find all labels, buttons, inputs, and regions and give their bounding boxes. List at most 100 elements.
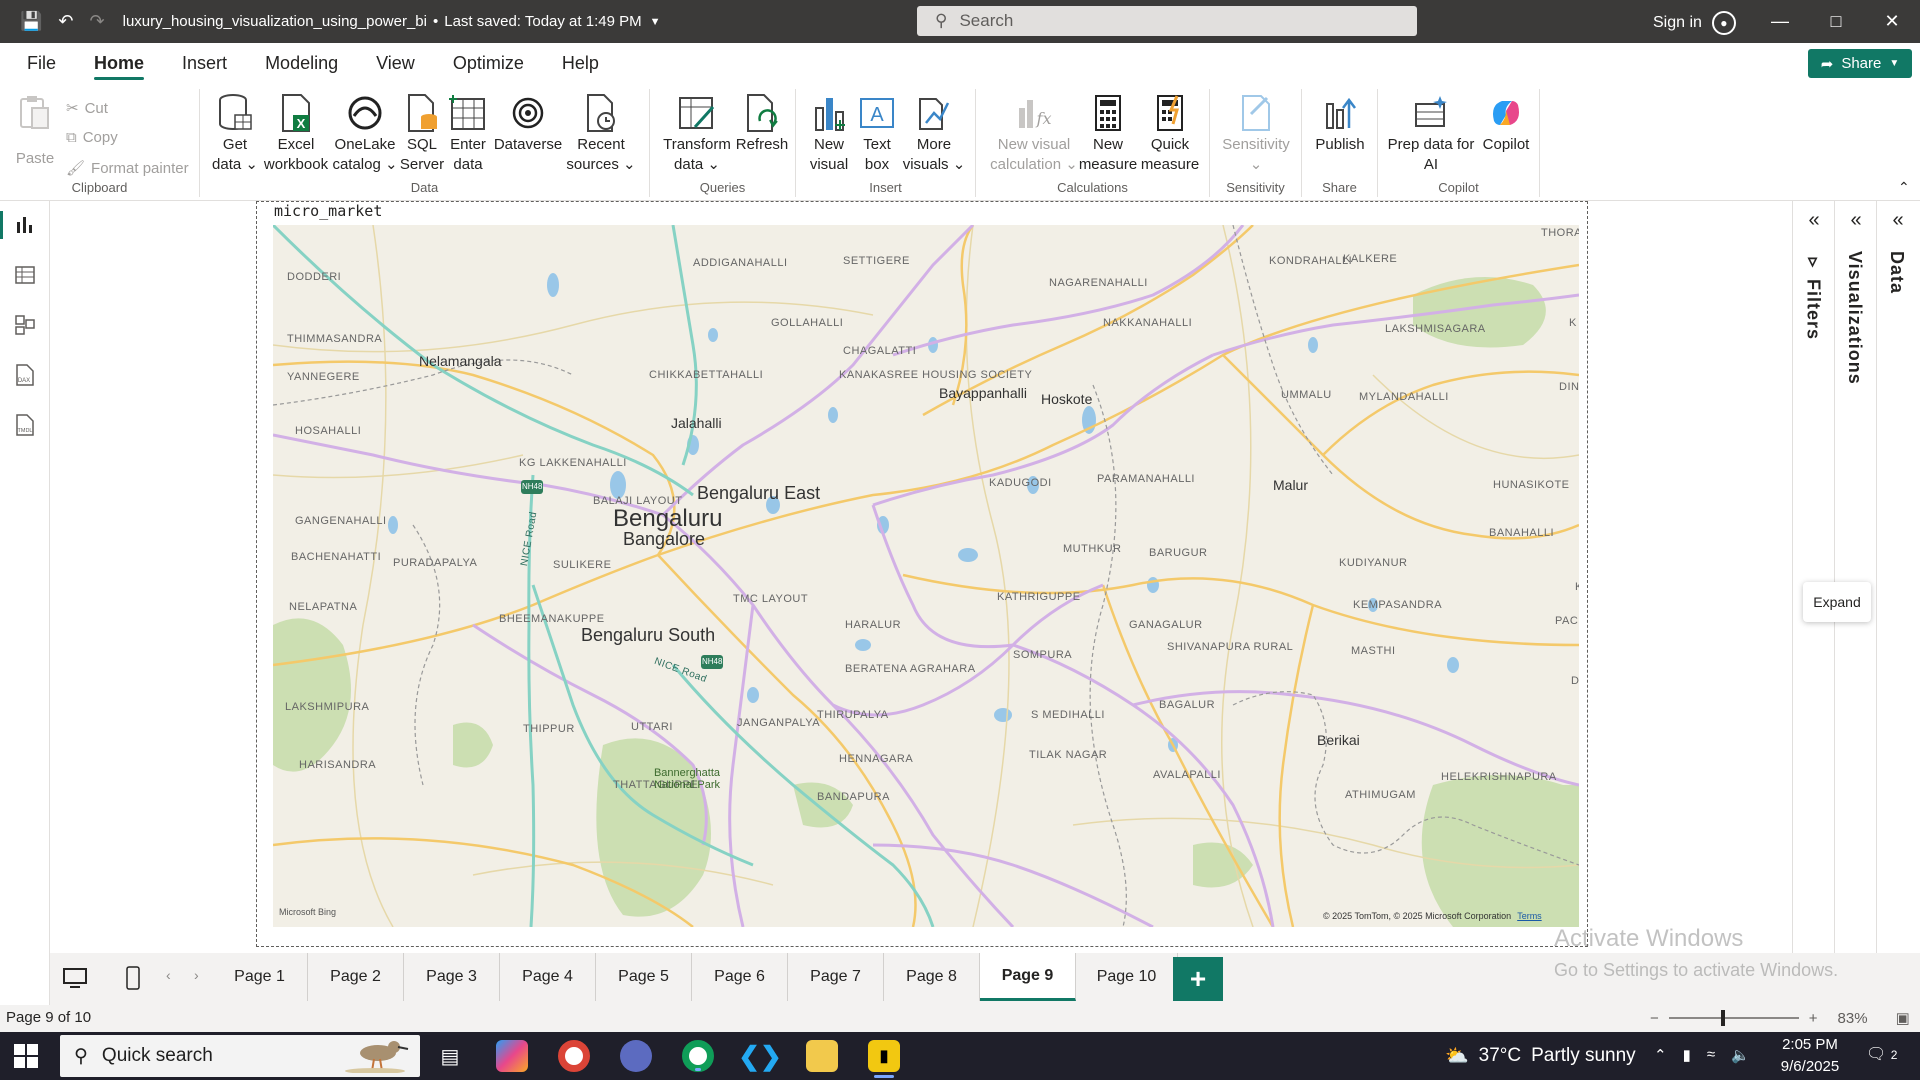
clock[interactable]: 2:05 PM 9/6/2025: [1770, 1034, 1850, 1078]
page-tab-8[interactable]: Page 8: [884, 953, 980, 1001]
page-tab-2[interactable]: Page 2: [308, 953, 404, 1001]
notifications-icon[interactable]: 🗨 2: [1866, 1044, 1897, 1064]
fit-to-page-icon[interactable]: ▣: [1896, 1009, 1910, 1027]
text-box-button[interactable]: A Text box: [854, 93, 900, 175]
map-label-small: PARAMANAHALLI: [1097, 473, 1195, 485]
taskbar-search-input[interactable]: ⚲ Quick search: [60, 1035, 420, 1077]
tab-view[interactable]: View: [357, 43, 434, 83]
page-tab-1[interactable]: Page 1: [212, 953, 308, 1001]
maximize-icon[interactable]: □: [1808, 0, 1864, 43]
table-view-icon[interactable]: [0, 255, 50, 295]
page-tab-3[interactable]: Page 3: [404, 953, 500, 1001]
terms-link[interactable]: Terms: [1517, 911, 1542, 921]
file-explorer-icon[interactable]: [806, 1040, 838, 1072]
minimize-icon[interactable]: —: [1752, 0, 1808, 43]
scroll-left-icon[interactable]: ‹: [166, 967, 171, 983]
chrome-icon[interactable]: [558, 1040, 590, 1072]
excel-workbook-button[interactable]: X Excel workbook: [263, 93, 329, 175]
paste-button[interactable]: Paste: [12, 93, 58, 169]
publish-button[interactable]: Publish: [1308, 93, 1372, 155]
chevron-down-icon[interactable]: ▼: [650, 16, 661, 28]
wifi-icon[interactable]: ≈: [1707, 1046, 1715, 1064]
page-tab-10[interactable]: Page 10: [1076, 953, 1178, 1001]
last-saved[interactable]: Last saved: Today at 1:49 PM: [444, 13, 641, 30]
close-icon[interactable]: ✕: [1864, 0, 1920, 43]
dataverse-button[interactable]: Dataverse: [492, 93, 564, 155]
sign-in-button[interactable]: Sign in ●: [1653, 11, 1736, 35]
page-tab-9[interactable]: Page 9: [980, 953, 1076, 1001]
save-icon[interactable]: 💾: [20, 11, 42, 32]
volume-icon[interactable]: 🔈: [1731, 1046, 1750, 1064]
dax-query-view-icon[interactable]: DAX: [0, 355, 50, 395]
power-bi-icon[interactable]: ▮: [868, 1040, 900, 1078]
copy-button[interactable]: ⧉ Copy: [66, 129, 118, 146]
recent-sources-button[interactable]: Recent sources ⌄: [566, 93, 636, 175]
report-view-icon[interactable]: [0, 205, 50, 245]
chevron-up-icon[interactable]: ⌃: [1654, 1046, 1667, 1064]
undo-icon[interactable]: ↶: [58, 11, 73, 32]
collapse-left-icon[interactable]: «: [1793, 209, 1835, 232]
collapse-ribbon-icon[interactable]: ⌃: [1898, 179, 1910, 196]
collapse-left-icon[interactable]: «: [1877, 209, 1919, 232]
zoom-out-icon[interactable]: −: [1650, 1010, 1659, 1027]
page-tab-6[interactable]: Page 6: [692, 953, 788, 1001]
transform-data-button[interactable]: Transform data ⌄: [660, 93, 734, 175]
scroll-right-icon[interactable]: ›: [194, 967, 199, 983]
visualizations-pane[interactable]: « Visualizations: [1835, 201, 1877, 953]
data-pane[interactable]: « Data: [1877, 201, 1919, 953]
format-painter-button[interactable]: 🖌 Format painter: [66, 159, 189, 178]
filters-pane-label[interactable]: ▿ Filters: [1802, 251, 1824, 340]
share-button[interactable]: ➦ Share ▼: [1808, 49, 1912, 78]
new-visual-button[interactable]: New visual: [804, 93, 854, 175]
tab-insert[interactable]: Insert: [163, 43, 246, 83]
new-measure-button[interactable]: New measure: [1078, 93, 1138, 175]
desktop-layout-icon[interactable]: [58, 961, 92, 995]
refresh-button[interactable]: Refresh: [734, 93, 790, 155]
tab-optimize[interactable]: Optimize: [434, 43, 543, 83]
cut-button[interactable]: ✂ Cut: [66, 99, 108, 118]
page-tab-7[interactable]: Page 7: [788, 953, 884, 1001]
zoom-thumb[interactable]: [1720, 1010, 1725, 1026]
refresh-label: Refresh: [735, 136, 789, 153]
weather-widget[interactable]: ⛅ 37°C Partly sunny: [1445, 1044, 1636, 1068]
app-icon[interactable]: [620, 1040, 652, 1072]
task-view-icon[interactable]: ▤: [434, 1040, 466, 1072]
map-area[interactable]: Bengaluru Bangalore Bengaluru East Bengalur…: [273, 225, 1579, 927]
battery-icon[interactable]: ▮: [1683, 1046, 1691, 1064]
redo-icon[interactable]: ↷: [90, 11, 105, 32]
visualizations-pane-label[interactable]: Visualizations: [1844, 251, 1865, 385]
windows-start-icon[interactable]: [14, 1044, 38, 1068]
collapse-left-icon[interactable]: «: [1835, 209, 1877, 232]
tab-modeling[interactable]: Modeling: [246, 43, 357, 83]
data-pane-label[interactable]: Data: [1886, 251, 1907, 294]
copilot-button[interactable]: Copilot: [1476, 93, 1536, 155]
chrome-profile-icon[interactable]: [682, 1040, 714, 1072]
page-tab-4[interactable]: Page 4: [500, 953, 596, 1001]
get-data-button[interactable]: Get data ⌄: [210, 93, 260, 175]
tab-help[interactable]: Help: [543, 43, 618, 83]
tab-file[interactable]: File: [0, 43, 75, 83]
more-visuals-button[interactable]: More visuals ⌄: [902, 93, 966, 175]
mobile-layout-icon[interactable]: [116, 961, 150, 995]
publish-label: Publish: [1315, 136, 1365, 153]
add-page-button[interactable]: +: [1173, 957, 1223, 1001]
page-tab-5[interactable]: Page 5: [596, 953, 692, 1001]
zoom-slider[interactable]: [1668, 1010, 1799, 1026]
enter-data-button[interactable]: Enter data: [446, 93, 490, 175]
model-view-icon[interactable]: [0, 305, 50, 345]
zoom-level[interactable]: 83%: [1838, 1010, 1868, 1027]
zoom-in-icon[interactable]: +: [1809, 1010, 1818, 1027]
quick-measure-button[interactable]: Quick measure: [1138, 93, 1202, 175]
tab-home[interactable]: Home: [75, 43, 163, 83]
tmdl-view-icon[interactable]: TMDL: [0, 405, 50, 445]
sensitivity-button[interactable]: Sensitivity ⌄: [1214, 93, 1298, 175]
new-visual-calculation-button[interactable]: fx New visual calculation ⌄: [988, 93, 1080, 175]
vscode-icon[interactable]: ❮❯: [738, 1040, 782, 1072]
filters-pane[interactable]: « ▿ Filters: [1793, 201, 1835, 953]
sql-server-button[interactable]: SQL Server: [400, 93, 444, 175]
prep-data-for-ai-button[interactable]: Prep data for AI: [1384, 93, 1478, 175]
onelake-catalog-button[interactable]: OneLake catalog ⌄: [332, 93, 398, 175]
search-input[interactable]: ⚲ Search: [917, 6, 1417, 36]
copilot-taskbar-icon[interactable]: [496, 1040, 528, 1072]
map-label-small: THIMMASANDRA: [287, 333, 383, 345]
